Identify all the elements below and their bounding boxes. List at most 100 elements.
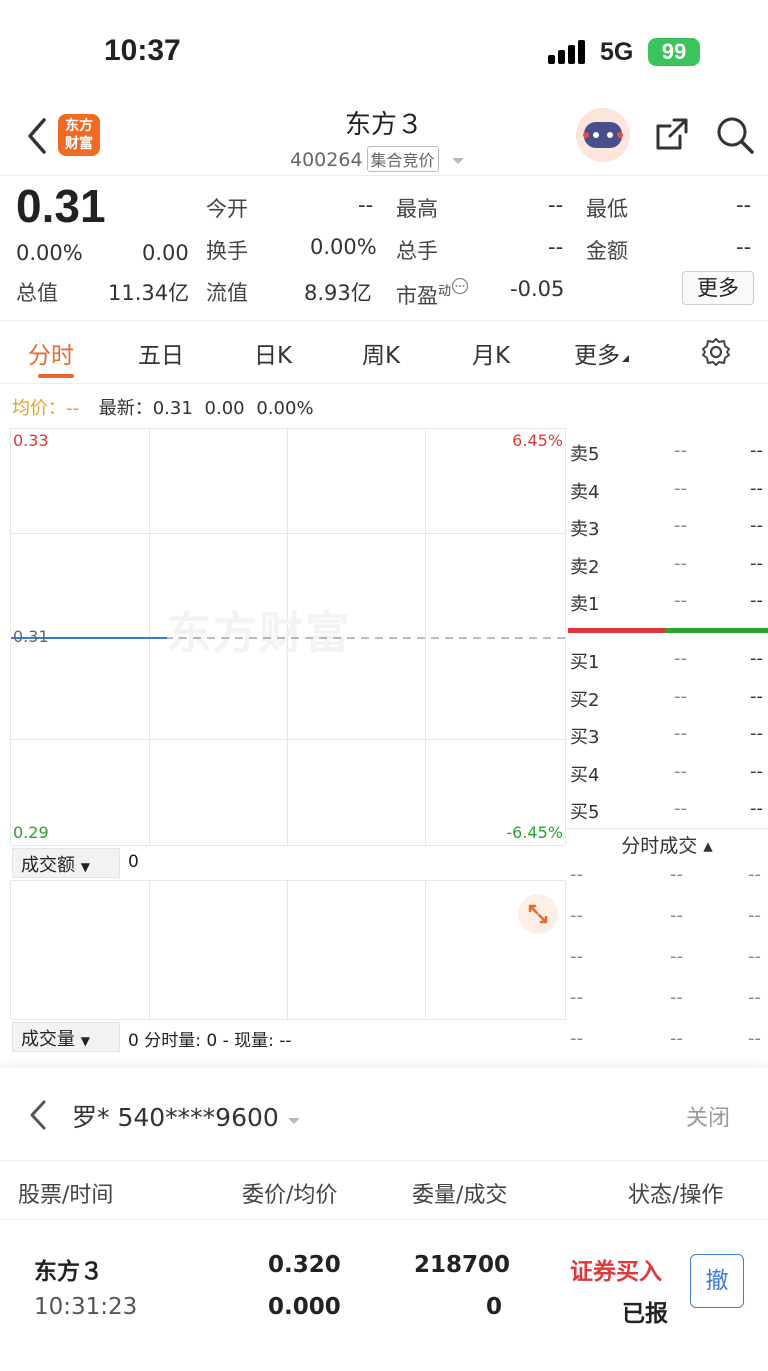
avg-price-label: 均价：--: [12, 398, 79, 419]
tab-five-day[interactable]: 五日: [138, 336, 184, 370]
chart-info-line: 均价：-- 最新：0.31 0.00 0.00%: [12, 394, 314, 420]
tab-more[interactable]: 更多: [574, 336, 630, 370]
quote-label-pe: 市盈动: [396, 277, 469, 310]
network-label: 5G: [600, 38, 634, 66]
quote-value-open: --: [358, 193, 374, 217]
ask-4-row[interactable]: 卖4 -- --: [570, 478, 768, 508]
ask-5-price: --: [674, 440, 687, 461]
ask-2-row[interactable]: 卖2 -- --: [570, 553, 768, 583]
quote-value-high: --: [548, 193, 564, 217]
order-stock-name: 东方３: [34, 1259, 103, 1285]
ask-1-price: --: [674, 590, 687, 611]
battery-icon: 99: [648, 38, 700, 66]
tick-cell: --: [670, 1028, 683, 1049]
volume-value: 0 分时量: 0 - 现量: --: [128, 1031, 292, 1051]
ask-5-level: 卖5: [570, 444, 600, 465]
gear-icon[interactable]: [700, 336, 732, 368]
ask-3-price: --: [674, 515, 687, 536]
col-stock-time: 股票/时间: [18, 1183, 114, 1208]
bid-2-level: 买2: [570, 689, 600, 711]
close-button[interactable]: 关闭: [686, 1100, 730, 1132]
quote-label-high: 最高: [396, 197, 438, 221]
bid-2-row[interactable]: 买2 -- --: [570, 686, 768, 716]
amount-selector[interactable]: 成交额 ▼: [12, 848, 120, 878]
order-qty: 218700: [414, 1252, 511, 1278]
ask-3-vol: --: [750, 515, 763, 536]
latest-change: 0.00: [204, 398, 245, 419]
cancel-order-button[interactable]: 撤: [690, 1254, 744, 1308]
info-icon[interactable]: [451, 277, 469, 295]
more-quote-button[interactable]: 更多: [682, 271, 754, 305]
price-line-svg: [11, 637, 567, 639]
chevron-left-icon[interactable]: [26, 1098, 50, 1132]
ask-3-row[interactable]: 卖3 -- --: [570, 515, 768, 545]
search-icon[interactable]: [714, 114, 756, 156]
chevron-down-icon: [451, 158, 464, 164]
tick-cell: --: [570, 987, 583, 1008]
y-axis-mid: 0.31: [13, 627, 49, 646]
order-panel: 罗* 540****9600 关闭 股票/时间 委价/均价 委量/成交 状态/操…: [0, 1068, 768, 1371]
caret-icon: [622, 355, 629, 362]
amount-chart: [10, 880, 566, 1020]
share-icon[interactable]: [652, 114, 692, 154]
tick-cell: --: [670, 987, 683, 1008]
tab-more-label: 更多: [574, 343, 620, 369]
volume-selector[interactable]: 成交量 ▼: [12, 1022, 120, 1052]
quote-pe-text: 市盈: [396, 284, 438, 308]
status-bar: 10:37 5G 99: [0, 0, 768, 100]
bid-1-row[interactable]: 买1 -- --: [570, 648, 768, 678]
ask-1-row[interactable]: 卖1 -- --: [570, 590, 768, 620]
quote-pe-sup: 动: [438, 284, 452, 299]
change-pct: 0.00%: [16, 241, 83, 265]
amount-label: 成交额: [21, 855, 75, 876]
order-filled: 0: [486, 1294, 503, 1320]
col-status-action: 状态/操作: [628, 1183, 724, 1208]
bid-3-vol: --: [750, 723, 763, 744]
y-axis-high: 0.33: [13, 431, 49, 450]
ask-1-vol: --: [750, 590, 763, 611]
stock-code-row[interactable]: 400264 集合竞价: [290, 146, 465, 172]
latest-change-pct: 0.00%: [256, 398, 314, 419]
tick-cell: --: [670, 946, 683, 967]
bid-3-row[interactable]: 买3 -- --: [570, 723, 768, 753]
bid-5-price: --: [674, 798, 687, 819]
bid-2-price: --: [674, 685, 687, 707]
tab-weekly-k[interactable]: 周K: [362, 336, 400, 370]
ask-5-vol: --: [750, 440, 763, 461]
orders-table-header: 股票/时间 委价/均价 委量/成交 状态/操作: [0, 1160, 768, 1220]
bid-3-price: --: [674, 723, 687, 744]
change-value: 0.00: [142, 241, 189, 265]
tick-cell: --: [748, 946, 761, 967]
quote-value-low: --: [736, 193, 752, 217]
tab-intraday[interactable]: 分时: [28, 336, 74, 370]
bid-4-level: 买4: [570, 764, 600, 786]
status-time: 10:37: [104, 34, 181, 67]
quote-value-float-cap: 8.93亿: [304, 281, 372, 305]
order-avg-price: 0.000: [268, 1294, 341, 1320]
tick-cell: --: [670, 905, 683, 926]
tab-monthly-k[interactable]: 月K: [472, 336, 510, 370]
bid-5-level: 买5: [570, 802, 600, 823]
expand-icon[interactable]: [518, 894, 558, 934]
quote-panel: 0.31 0.00% 0.00 今开 -- 最高 -- 最低 -- 换手 0.0…: [0, 177, 768, 321]
chart-tabs: 分时 五日 日K 周K 月K 更多: [0, 322, 768, 384]
tick-cell: --: [748, 905, 761, 926]
ask-5-row[interactable]: 卖5 -- --: [570, 440, 768, 470]
ask-1-level: 卖1: [570, 594, 600, 615]
tick-cell: --: [748, 1028, 761, 1049]
tab-daily-k[interactable]: 日K: [254, 336, 292, 370]
quote-value-pe: -0.05: [510, 277, 565, 301]
assistant-robot-icon[interactable]: [576, 108, 630, 162]
account-selector[interactable]: 罗* 540****9600: [72, 1098, 301, 1134]
tick-cell: --: [570, 946, 583, 967]
bid-1-level: 买1: [570, 652, 600, 673]
bid-5-row[interactable]: 买5 -- --: [570, 798, 768, 828]
tab-active-indicator: [38, 374, 74, 378]
intraday-chart[interactable]: 东方财富 0.33 0.31 0.29 6.45% -6.45%: [10, 428, 567, 846]
tick-trades-title[interactable]: 分时成交 ▴: [566, 828, 768, 858]
bid-4-row[interactable]: 买4 -- --: [570, 761, 768, 791]
chevron-down-icon: [287, 1118, 300, 1124]
pct-axis-low: -6.45%: [506, 823, 563, 842]
quote-label-float-cap: 流值: [206, 281, 248, 305]
bid-3-level: 买3: [570, 727, 600, 748]
